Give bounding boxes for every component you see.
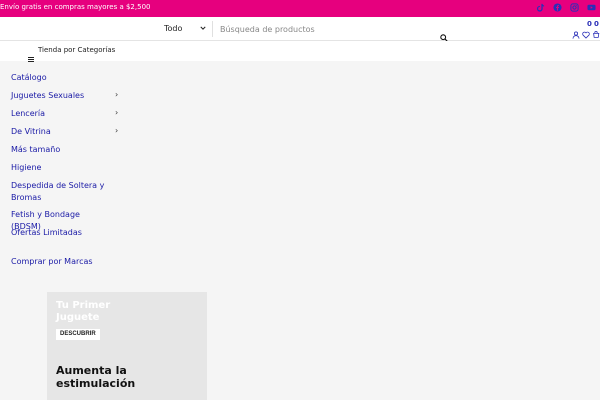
cart-count-badge: 0 xyxy=(594,20,599,28)
menu-item-vitrina[interactable]: De Vitrina xyxy=(11,126,111,138)
search-icon[interactable] xyxy=(440,27,450,42)
menu-item-mas-tamano[interactable]: Más tamaño xyxy=(11,144,111,156)
menu-item-ofertas[interactable]: Ofertas Limitadas xyxy=(11,227,111,239)
category-select[interactable]: Todo xyxy=(164,24,208,36)
promo-card-title: Tu Primer Juguete xyxy=(56,300,111,323)
promo-card[interactable]: Tu Primer Juguete DESCUBRIR Aumenta la e… xyxy=(47,292,207,400)
menu-item-despedida[interactable]: Despedida de Soltera y Bromas xyxy=(11,180,111,204)
instagram-icon[interactable] xyxy=(570,3,579,12)
promo-card-headline: Aumenta la estimulación xyxy=(56,364,136,390)
search-input[interactable] xyxy=(220,22,450,36)
divider xyxy=(212,21,213,37)
chevron-right-icon[interactable]: › xyxy=(115,126,118,135)
wishlist-count-badge: 0 xyxy=(587,20,592,28)
header: Todo 0 0 xyxy=(0,17,600,42)
promo-text: Envío gratis en compras mayores a $2,500 xyxy=(0,3,151,11)
menu-item-juguetes[interactable]: Juguetes Sexuales xyxy=(11,90,111,102)
youtube-icon[interactable] xyxy=(587,3,596,12)
menu-item-higiene[interactable]: Higiene xyxy=(11,162,111,174)
menu-icon[interactable] xyxy=(28,47,34,62)
discover-button[interactable]: DESCUBRIR xyxy=(56,329,100,340)
shop-by-category-label: Tienda por Categorías xyxy=(38,46,116,54)
menu-item-marcas[interactable]: Comprar por Marcas xyxy=(11,256,111,268)
category-select-value: Todo xyxy=(164,24,183,33)
facebook-icon[interactable] xyxy=(553,3,562,12)
menu-item-catalogo[interactable]: Catálogo xyxy=(11,72,111,84)
chevron-down-icon xyxy=(200,25,206,33)
menu-item-lenceria[interactable]: Lencería xyxy=(11,108,111,120)
chevron-right-icon[interactable]: › xyxy=(115,90,118,99)
chevron-right-icon[interactable]: › xyxy=(115,108,118,117)
tiktok-icon[interactable] xyxy=(536,3,545,12)
social-links xyxy=(536,3,596,12)
promo-bar: Envío gratis en compras mayores a $2,500 xyxy=(0,0,600,17)
category-bar[interactable]: Tienda por Categorías xyxy=(0,41,600,62)
